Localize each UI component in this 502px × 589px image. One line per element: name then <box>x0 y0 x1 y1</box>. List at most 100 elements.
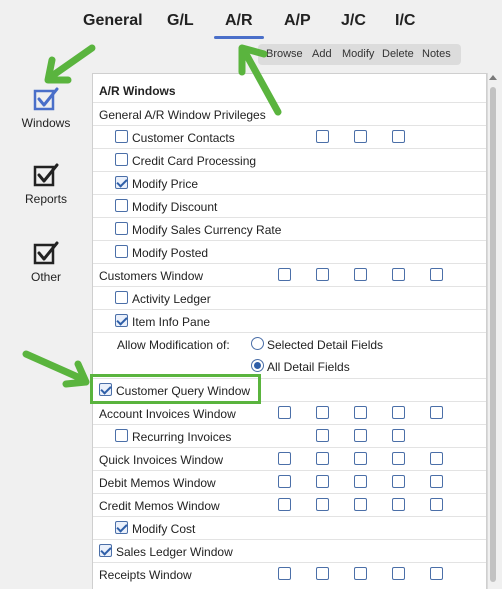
delete-checkbox[interactable] <box>392 567 405 580</box>
column-notes: Notes <box>422 48 451 60</box>
delete-checkbox[interactable] <box>392 130 405 143</box>
row-label: Modify Discount <box>132 200 218 214</box>
scrollbar[interactable] <box>487 73 499 589</box>
list-item: Modify Discount <box>93 194 486 217</box>
browse-checkbox[interactable] <box>278 268 291 281</box>
add-checkbox[interactable] <box>316 268 329 281</box>
checkbox-icon <box>33 87 59 111</box>
tab-ic[interactable]: I/C <box>395 12 415 30</box>
row-label: Account Invoices Window <box>99 407 236 421</box>
row-label: Credit Memos Window <box>99 499 220 513</box>
row-label: Activity Ledger <box>132 292 211 306</box>
notes-checkbox[interactable] <box>430 452 443 465</box>
list-item: Allow Modification of: Selected Detail F… <box>93 332 486 355</box>
annotation-arrow-icon <box>238 44 282 116</box>
add-checkbox[interactable] <box>316 429 329 442</box>
sidebar-item-label: Reports <box>24 192 68 206</box>
delete-checkbox[interactable] <box>392 475 405 488</box>
delete-checkbox[interactable] <box>392 429 405 442</box>
row-label: Customers Window <box>99 269 204 283</box>
notes-checkbox[interactable] <box>430 567 443 580</box>
modify-discount-checkbox[interactable] <box>115 199 128 212</box>
list-item: Recurring Invoices <box>93 424 486 447</box>
permission-column-header: Browse Add Modify Delete Notes <box>258 44 461 65</box>
sidebar-item-reports[interactable]: Reports <box>11 162 81 206</box>
modify-checkbox[interactable] <box>354 406 367 419</box>
modify-posted-checkbox[interactable] <box>115 245 128 258</box>
customer-contacts-checkbox[interactable] <box>115 130 128 143</box>
modify-checkbox[interactable] <box>354 130 367 143</box>
modify-sales-currency-rate-checkbox[interactable] <box>115 222 128 235</box>
delete-checkbox[interactable] <box>392 268 405 281</box>
modify-checkbox[interactable] <box>354 452 367 465</box>
modify-checkbox[interactable] <box>354 268 367 281</box>
notes-checkbox[interactable] <box>430 498 443 511</box>
row-label: Customer Contacts <box>132 131 235 145</box>
list-item: Credit Memos Window <box>93 493 486 516</box>
row-label: Receipts Window <box>99 568 192 582</box>
modify-price-checkbox[interactable] <box>115 176 128 189</box>
scrollbar-thumb[interactable] <box>490 87 496 582</box>
list-item: Receipts Window <box>93 562 486 585</box>
item-info-pane-checkbox[interactable] <box>115 314 128 327</box>
browse-checkbox[interactable] <box>278 406 291 419</box>
activity-ledger-checkbox[interactable] <box>115 291 128 304</box>
list-item: Modify Sales Currency Rate <box>93 217 486 240</box>
add-checkbox[interactable] <box>316 567 329 580</box>
list-item: Modify Price <box>93 171 486 194</box>
highlight-box <box>90 374 261 404</box>
modify-cost-checkbox[interactable] <box>115 521 128 534</box>
section-header-row: A/R Windows <box>93 79 486 102</box>
delete-checkbox[interactable] <box>392 406 405 419</box>
modify-checkbox[interactable] <box>354 429 367 442</box>
list-item: Activity Ledger <box>93 286 486 309</box>
list-item: Account Invoices Window <box>93 401 486 424</box>
modify-checkbox[interactable] <box>354 567 367 580</box>
delete-checkbox[interactable] <box>392 452 405 465</box>
delete-checkbox[interactable] <box>392 498 405 511</box>
recurring-invoices-checkbox[interactable] <box>115 429 128 442</box>
scroll-up-arrow-icon[interactable] <box>489 75 497 80</box>
checkbox-icon <box>33 163 59 187</box>
sales-ledger-window-checkbox[interactable] <box>99 544 112 557</box>
browse-checkbox[interactable] <box>278 475 291 488</box>
sidebar-item-label: Windows <box>21 116 71 130</box>
row-label: Recurring Invoices <box>132 430 232 444</box>
list-item: Item Info Pane <box>93 309 486 332</box>
credit-card-processing-checkbox[interactable] <box>115 153 128 166</box>
checkbox-icon <box>33 241 59 265</box>
row-label: Modify Price <box>132 177 199 191</box>
add-checkbox[interactable] <box>316 406 329 419</box>
tab-jc[interactable]: J/C <box>341 12 366 30</box>
browse-checkbox[interactable] <box>278 452 291 465</box>
list-item: Debit Memos Window <box>93 470 486 493</box>
browse-checkbox[interactable] <box>278 498 291 511</box>
active-tab-indicator <box>214 36 264 39</box>
sidebar-item-other[interactable]: Other <box>11 240 81 284</box>
add-checkbox[interactable] <box>316 498 329 511</box>
tab-general[interactable]: General <box>83 12 143 30</box>
list-item: Customers Window <box>93 263 486 286</box>
tab-ar[interactable]: A/R <box>225 12 253 30</box>
modify-checkbox[interactable] <box>354 498 367 511</box>
selected-detail-fields-radio[interactable] <box>251 337 264 350</box>
annotation-arrow-icon <box>22 350 90 388</box>
sidebar-item-label: Other <box>30 270 61 284</box>
tab-gl[interactable]: G/L <box>167 12 194 30</box>
notes-checkbox[interactable] <box>430 268 443 281</box>
add-checkbox[interactable] <box>316 452 329 465</box>
all-detail-fields-radio[interactable] <box>251 359 264 372</box>
modify-checkbox[interactable] <box>354 475 367 488</box>
browse-checkbox[interactable] <box>278 567 291 580</box>
row-label: Item Info Pane <box>132 315 211 329</box>
add-checkbox[interactable] <box>316 475 329 488</box>
column-delete: Delete <box>382 48 414 60</box>
row-label: Debit Memos Window <box>99 476 216 490</box>
list-item: Modify Posted <box>93 240 486 263</box>
add-checkbox[interactable] <box>316 130 329 143</box>
tab-ap[interactable]: A/P <box>284 12 311 30</box>
annotation-arrow-icon <box>44 44 96 84</box>
notes-checkbox[interactable] <box>430 406 443 419</box>
sidebar-item-windows[interactable]: Windows <box>11 86 81 130</box>
notes-checkbox[interactable] <box>430 475 443 488</box>
